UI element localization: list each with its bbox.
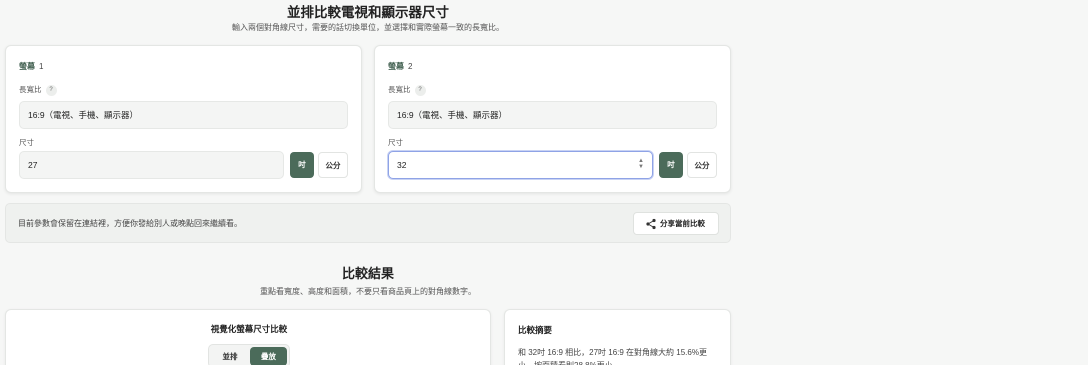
spinner-arrows-icon[interactable]: ▲ ▼ [638, 158, 644, 170]
screen-2-card: 螢幕 2 長寬比? 16:9（電視、手機、顯示器） 尺寸 32 ▲ ▼ 吋 公分 [374, 45, 731, 193]
aspect-ratio-label: 長寬比? [388, 84, 426, 96]
unit-cm-button[interactable]: 公分 [318, 152, 348, 178]
aspect-ratio-label: 長寬比? [19, 84, 57, 96]
unit-inch-button[interactable]: 吋 [659, 152, 683, 178]
aspect-ratio-select[interactable]: 16:9（電視、手機、顯示器） [19, 101, 348, 129]
visual-comparison-card: 視覺化螢幕尺寸比較 並排 疊放 [5, 309, 491, 365]
summary-title: 比較摘要 [518, 325, 553, 335]
page-title: 並排比較電視和顯示器尺寸 [287, 5, 449, 20]
share-icon [646, 218, 656, 230]
unit-cm-button[interactable]: 公分 [687, 152, 717, 178]
size-label: 尺寸 [19, 138, 34, 147]
share-description: 目前參數會保留在連結裡，方便你發給別人或晚點回來繼續看。 [18, 219, 242, 228]
results-title: 比較結果 [341, 266, 394, 281]
screen-2-label: 螢幕 2 [388, 62, 413, 71]
screen-1-card: 螢幕 1 長寬比? 16:9（電視、手機、顯示器） 尺寸 27 吋 公分 [5, 45, 362, 193]
size-input-value: 32 [397, 160, 407, 170]
side-by-side-button[interactable]: 並排 [213, 347, 247, 365]
summary-text: 和 32吋 16:9 相比，27吋 16:9 在對角線大約 15.6%更小，按面… [518, 348, 707, 365]
visual-comparison-title: 視覺化螢幕尺寸比較 [210, 324, 288, 334]
screen-1-number: 1 [39, 62, 44, 71]
size-label: 尺寸 [388, 138, 403, 147]
size-input-focused[interactable]: 32 ▲ ▼ [388, 151, 653, 179]
share-button-label: 分享當前比較 [660, 219, 705, 228]
help-icon[interactable]: ? [414, 84, 426, 96]
summary-card: 比較摘要 和 32吋 16:9 相比，27吋 16:9 在對角線大約 15.6%… [504, 309, 731, 365]
share-bar: 目前參數會保留在連結裡，方便你發給別人或晚點回來繼續看。 分享當前比較 [5, 203, 731, 243]
unit-inch-button[interactable]: 吋 [290, 152, 314, 178]
overlap-button[interactable]: 疊放 [250, 347, 287, 365]
share-button[interactable]: 分享當前比較 [633, 212, 719, 235]
screen-1-label: 螢幕 1 [19, 62, 44, 71]
page-subtitle: 輸入兩個對角線尺寸，需要的話切換單位，並選擇和實際螢幕一致的長寬比。 [232, 23, 504, 32]
aspect-ratio-select[interactable]: 16:9（電視、手機、顯示器） [388, 101, 717, 129]
screen-2-number: 2 [408, 62, 413, 71]
results-subtitle: 重點看寬度、高度和面積，不要只看商品頁上的對角線數字。 [260, 287, 476, 296]
size-input[interactable]: 27 [19, 151, 284, 179]
help-icon[interactable]: ? [45, 84, 57, 96]
view-mode-toggle: 並排 疊放 [208, 344, 290, 365]
